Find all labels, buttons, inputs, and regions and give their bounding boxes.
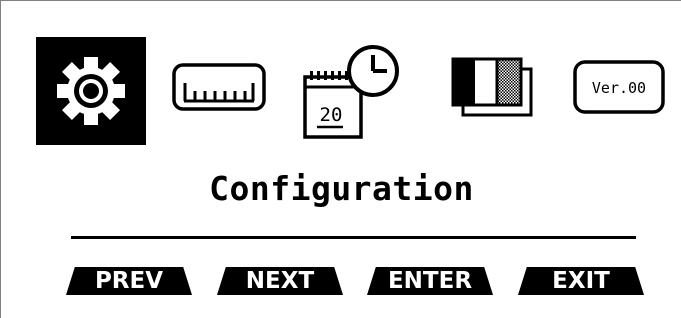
gear-icon[interactable] xyxy=(36,37,146,145)
version-label: Ver.00 xyxy=(592,79,646,97)
lcd-screen: 20 Ver.00 Configuration PREV NEXT ENTER … xyxy=(0,0,681,318)
version-icon[interactable]: Ver.00 xyxy=(572,59,666,115)
enter-button[interactable]: ENTER xyxy=(367,267,493,295)
exit-button[interactable]: EXIT xyxy=(518,267,644,295)
prev-button[interactable]: PREV xyxy=(66,267,192,295)
contrast-icon[interactable] xyxy=(451,57,535,119)
next-button[interactable]: NEXT xyxy=(217,267,343,295)
calendar-clock-icon[interactable]: 20 xyxy=(301,43,401,143)
divider xyxy=(71,236,636,239)
menu-title: Configuration xyxy=(209,169,474,208)
ruler-icon[interactable] xyxy=(172,63,266,111)
calendar-day-text: 20 xyxy=(320,104,343,126)
